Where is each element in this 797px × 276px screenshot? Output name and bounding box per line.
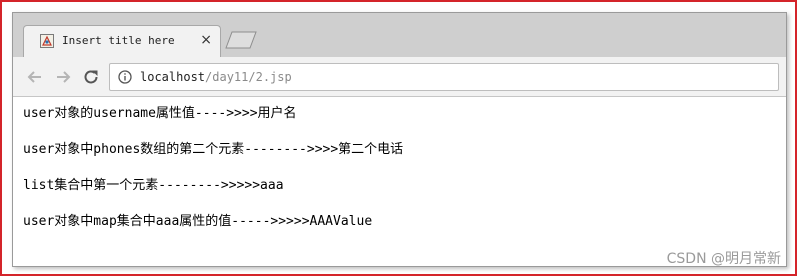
back-arrow-icon[interactable] bbox=[25, 67, 45, 87]
address-bar[interactable]: localhost/day11/2.jsp bbox=[109, 63, 779, 91]
url-host: localhost bbox=[140, 70, 206, 84]
browser-tab[interactable]: Insert title here × bbox=[23, 25, 221, 57]
new-tab-button[interactable] bbox=[225, 31, 257, 49]
tab-close-icon[interactable]: × bbox=[200, 31, 212, 49]
tab-strip: Insert title here × bbox=[13, 13, 786, 57]
tab-title: Insert title here bbox=[62, 34, 175, 47]
output-line-phones: user对象中phones数组的第二个元素-------->>>>第二个电话 bbox=[23, 142, 404, 157]
screenshot-frame: Insert title here × localhost/day11/2.js… bbox=[0, 0, 797, 276]
watermark-text: CSDN @明月常新 bbox=[666, 251, 781, 267]
page-favicon-icon bbox=[40, 34, 54, 48]
info-icon[interactable] bbox=[118, 70, 132, 84]
browser-toolbar: localhost/day11/2.jsp bbox=[13, 57, 786, 97]
reload-icon[interactable] bbox=[81, 67, 101, 87]
browser-window: Insert title here × localhost/day11/2.js… bbox=[12, 12, 787, 267]
output-line-username: user对象的username属性值---->>>>用户名 bbox=[23, 106, 297, 121]
forward-arrow-icon[interactable] bbox=[53, 67, 73, 87]
url-text[interactable]: localhost/day11/2.jsp bbox=[140, 70, 292, 84]
url-path: /day11/2.jsp bbox=[205, 70, 292, 84]
page-content: user对象的username属性值---->>>>用户名 user对象中pho… bbox=[13, 97, 786, 266]
output-line-list: list集合中第一个元素-------->>>>>aaa bbox=[23, 178, 284, 193]
output-line-map: user对象中map集合中aaa属性的值----->>>>>AAAValue bbox=[23, 214, 373, 229]
